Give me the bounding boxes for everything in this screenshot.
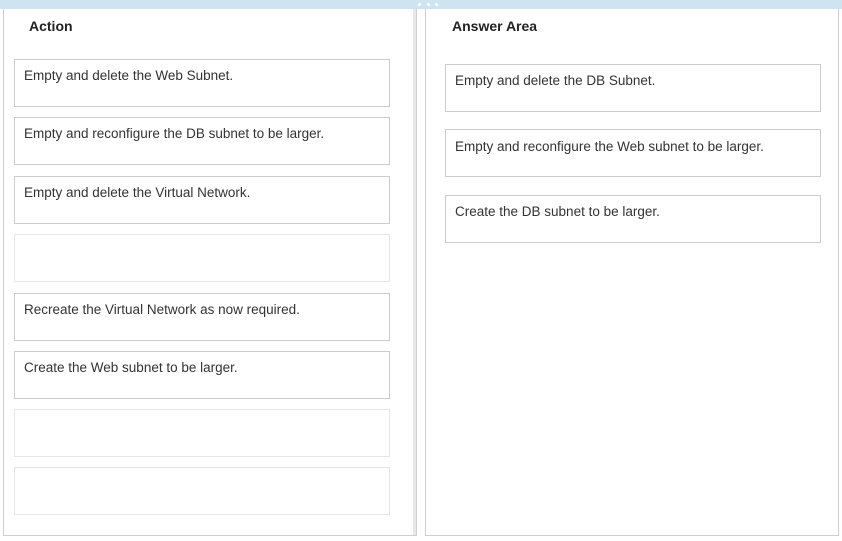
answer-item[interactable]: Create the DB subnet to be larger. (445, 195, 821, 243)
action-pane-scrollbar[interactable] (413, 9, 416, 535)
action-pane: Action Empty and delete the Web Subnet. … (3, 9, 417, 536)
answer-area-title: Answer Area (452, 18, 538, 34)
splitter-grip-icon[interactable] (418, 3, 438, 7)
top-splitter-bar (0, 0, 842, 9)
answer-item[interactable]: Empty and delete the DB Subnet. (445, 64, 821, 112)
action-item[interactable]: Empty and reconfigure the DB subnet to b… (14, 117, 390, 165)
action-empty-slot (14, 467, 390, 515)
action-item[interactable]: Create the Web subnet to be larger. (14, 351, 390, 399)
action-empty-slot (14, 234, 390, 282)
action-empty-slot (14, 409, 390, 457)
action-item[interactable]: Empty and delete the Virtual Network. (14, 176, 390, 224)
answer-area-pane: Answer Area Empty and delete the DB Subn… (425, 9, 839, 536)
action-item[interactable]: Empty and delete the Web Subnet. (14, 59, 390, 107)
action-item[interactable]: Recreate the Virtual Network as now requ… (14, 293, 390, 341)
answer-item[interactable]: Empty and reconfigure the Web subnet to … (445, 129, 821, 177)
action-pane-title: Action (29, 18, 73, 34)
